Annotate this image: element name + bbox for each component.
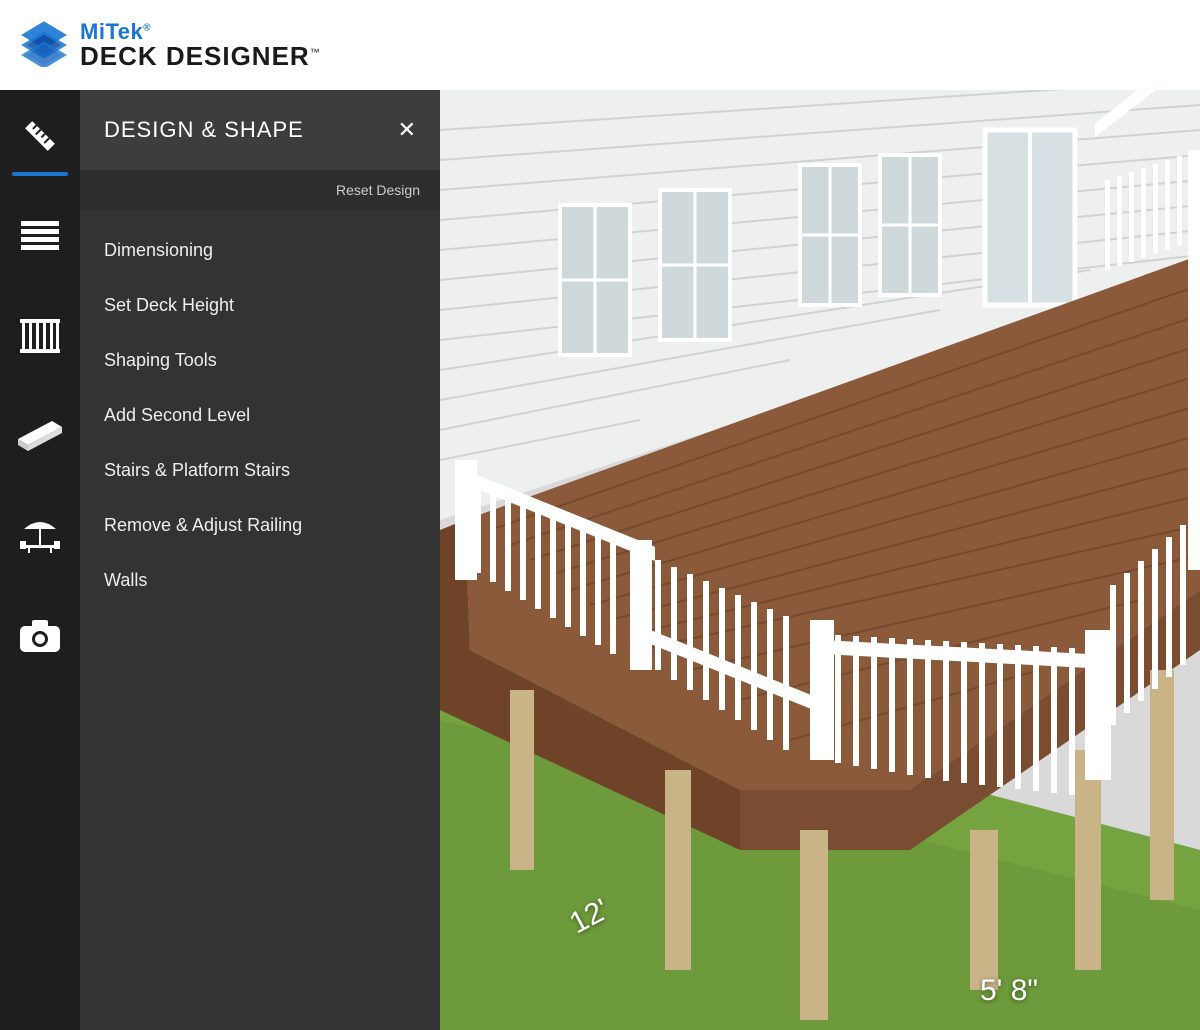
app-header: MiTek® DECK DESIGNER™ [0, 0, 1200, 90]
reset-design-label: Reset Design [336, 182, 420, 198]
railing-icon [20, 319, 60, 358]
rail-railing[interactable] [0, 308, 80, 368]
panel-header: DESIGN & SHAPE ✕ [80, 90, 440, 170]
3d-viewport[interactable]: 12' 5' 8" [440, 90, 1200, 1030]
rail-design-shape[interactable] [0, 108, 80, 168]
panel-item-stairs[interactable]: Stairs & Platform Stairs [104, 460, 416, 481]
panel-item-dimensioning[interactable]: Dimensioning [104, 240, 416, 261]
panel-item-remove-adjust-railing[interactable]: Remove & Adjust Railing [104, 515, 416, 536]
rail-snapshot[interactable] [0, 608, 80, 668]
logo-mark-icon [20, 19, 68, 72]
joist-icon [18, 421, 62, 456]
panel-title: DESIGN & SHAPE [104, 117, 304, 143]
side-panel: DESIGN & SHAPE ✕ Reset Design Dimensioni… [80, 90, 440, 1030]
brand-logo: MiTek® DECK DESIGNER™ [20, 19, 321, 72]
rail-structure[interactable] [0, 408, 80, 468]
dimension-label-front: 5' 8" [980, 974, 1038, 1008]
tool-rail [0, 90, 80, 1030]
panel-list: Dimensioning Set Deck Height Shaping Too… [80, 210, 440, 621]
boards-icon [21, 221, 59, 256]
panel-item-set-deck-height[interactable]: Set Deck Height [104, 295, 416, 316]
reset-design-button[interactable]: Reset Design [80, 170, 440, 210]
camera-icon [20, 620, 60, 657]
brand-name-top: MiTek® [80, 21, 321, 43]
ruler-icon [20, 116, 60, 161]
brand-name-bottom: DECK DESIGNER™ [80, 43, 321, 69]
panel-item-add-second-level[interactable]: Add Second Level [104, 405, 416, 426]
umbrella-icon [18, 519, 62, 558]
panel-item-walls[interactable]: Walls [104, 570, 416, 591]
deck-render [440, 90, 1200, 1030]
rail-decking[interactable] [0, 208, 80, 268]
rail-accessories[interactable] [0, 508, 80, 568]
panel-item-shaping-tools[interactable]: Shaping Tools [104, 350, 416, 371]
close-icon[interactable]: ✕ [398, 117, 416, 143]
